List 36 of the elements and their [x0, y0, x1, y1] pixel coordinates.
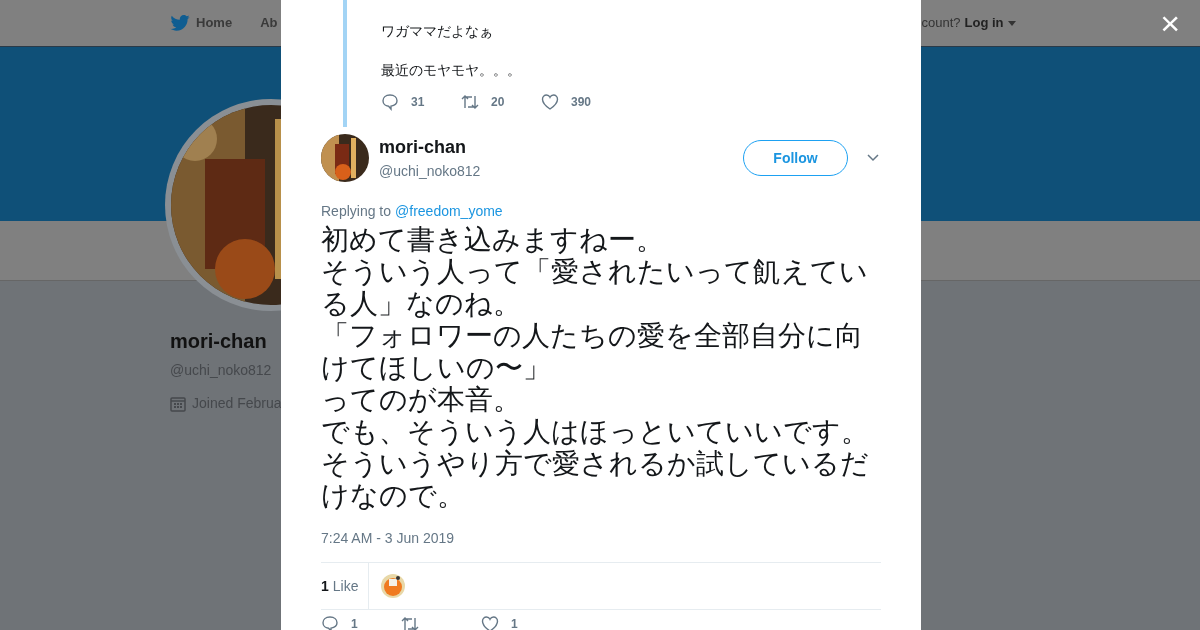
login-prompt: count? [921, 14, 961, 33]
heart-icon[interactable] [481, 615, 499, 630]
reply-count: 31 [411, 94, 425, 111]
retweet-count: 20 [491, 94, 505, 111]
like-count: 390 [571, 94, 592, 111]
quoted-tweet-line: ワガママだよなぁ [381, 22, 494, 40]
login-link[interactable]: Log in [964, 13, 1004, 33]
reply-count: 1 [351, 616, 358, 630]
calendar-icon [170, 395, 186, 412]
author-handle[interactable]: @uchi_noko812 [379, 161, 481, 182]
tweet-text: でも、そういう人はほっといていいです。 [321, 416, 869, 448]
like-label[interactable]: Like [332, 575, 359, 597]
reply-icon[interactable] [381, 93, 399, 111]
like-count: 1 [511, 616, 518, 630]
tweet-text: 「フォロワーの人たちの愛を全部自分に向けてほしいの〜」 [321, 320, 864, 384]
retweet-icon[interactable] [401, 615, 419, 630]
reply-icon[interactable] [321, 615, 339, 630]
profile-name: mori-chan [170, 329, 267, 354]
replying-to-label: Replying to [321, 202, 392, 221]
tweet-text: そういう人って「愛されたいって飢えている人」なのね。 [321, 256, 869, 320]
caret-icon [1007, 20, 1016, 26]
tweet-text: そういうやり方で愛されるか試しているだけなので。 [321, 448, 870, 512]
quoted-tweet-line: 最近のモヤモヤ。。。 [381, 61, 522, 79]
author-name[interactable]: mori-chan [379, 134, 481, 161]
tweet-text: 初めて書き込みますねー。 [321, 224, 664, 256]
bird-icon [170, 15, 190, 31]
tweet-timestamp[interactable]: 7:24 AM - 3 Jun 2019 [321, 528, 881, 549]
retweet-icon[interactable] [461, 93, 479, 111]
close-button[interactable]: × [1160, 6, 1180, 40]
tweet-text: ってのが本音。 [321, 384, 521, 416]
chevron-down-icon[interactable] [867, 154, 879, 162]
mention-link[interactable]: @freedom_yome [395, 201, 503, 222]
nav-link[interactable]: Ab [260, 13, 278, 33]
heart-icon[interactable] [541, 93, 559, 111]
like-count[interactable]: 1 [321, 575, 329, 597]
nav-link[interactable]: Home [170, 13, 233, 33]
